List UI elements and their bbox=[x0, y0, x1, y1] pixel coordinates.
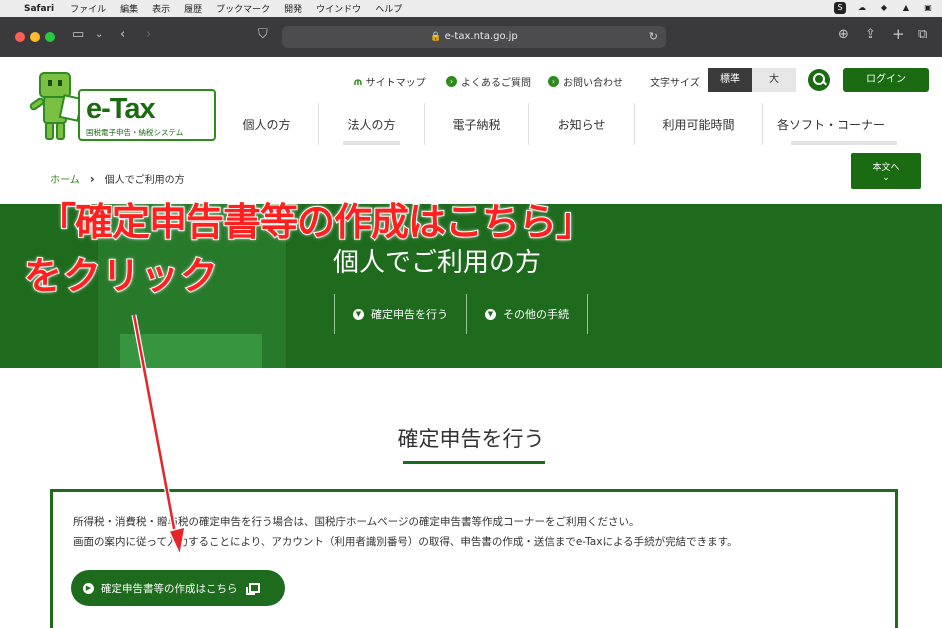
hero-title: 個人でご利用の方 bbox=[333, 248, 542, 278]
contact-link[interactable]: › お問い合わせ bbox=[548, 74, 623, 89]
chevron-right-icon: › bbox=[89, 171, 95, 186]
nav-item-label: 各ソフト・コーナー bbox=[776, 117, 885, 132]
tray-window-icon[interactable]: ▣ bbox=[922, 2, 934, 14]
logo-subtitle: 国税電子申告・納税システム bbox=[86, 128, 184, 137]
new-tab-icon[interactable]: + bbox=[892, 25, 905, 43]
menubar-item-view[interactable]: 表示 bbox=[152, 2, 170, 15]
sidebar-toggle-icon[interactable]: ▭ bbox=[72, 27, 84, 42]
sidebar-menu-chevron-icon[interactable]: ⌄ bbox=[95, 29, 103, 40]
nav-item-hours[interactable]: 利用可能時間 bbox=[635, 103, 763, 145]
lock-icon: 🔒 bbox=[430, 32, 442, 42]
menubar-item-help[interactable]: ヘルプ bbox=[375, 2, 402, 15]
web-page: e-Tax 国税電子申告・納税システム ⫙ サイトマップ › よくあるご質問 ›… bbox=[0, 57, 942, 628]
tray-s-icon[interactable]: S bbox=[834, 2, 846, 14]
menubar-item-edit[interactable]: 編集 bbox=[120, 2, 138, 15]
nav-item-label: お知らせ bbox=[557, 117, 606, 132]
logo-brand: e-Tax bbox=[86, 93, 156, 125]
sitemap-label: サイトマップ bbox=[365, 78, 426, 89]
nav-item-e-payment[interactable]: 電子納税 bbox=[425, 103, 529, 145]
main-nav: 個人の方 法人の方 電子納税 お知らせ 利用可能時間 各ソフト・コーナー bbox=[215, 103, 899, 145]
chevron-down-icon: ▼ bbox=[353, 308, 364, 320]
downloads-icon[interactable]: ⊕ bbox=[838, 27, 849, 42]
faq-link[interactable]: › よくあるご質問 bbox=[446, 74, 531, 89]
menubar-item-bookmarks[interactable]: ブックマーク bbox=[216, 2, 270, 15]
callout-text: をクリック bbox=[23, 253, 220, 299]
hero-tab-label: 確定申告を行う bbox=[371, 308, 448, 321]
chevron-right-icon: › bbox=[446, 76, 457, 87]
tray-cloud-icon[interactable]: ☁ bbox=[856, 2, 868, 14]
menubar-item-window[interactable]: ウインドウ bbox=[316, 2, 361, 15]
chevron-down-icon: ⌄ bbox=[882, 173, 890, 183]
nav-item-software[interactable]: 各ソフト・コーナー bbox=[763, 103, 899, 145]
nav-item-news[interactable]: お知らせ bbox=[529, 103, 635, 145]
macos-menubar: Safari ファイル 編集 表示 履歴 ブックマーク 開発 ウインドウ ヘルプ… bbox=[0, 0, 942, 17]
section-box: 所得税・消費税・贈与税の確定申告を行う場合は、国税庁ホームページの確定申告書等作… bbox=[50, 489, 898, 628]
font-size-large-button[interactable]: 大 bbox=[752, 68, 796, 92]
zoom-window-button[interactable] bbox=[45, 32, 55, 42]
chevron-right-icon: ▶ bbox=[83, 582, 94, 594]
nav-item-corporate[interactable]: 法人の方 bbox=[319, 103, 425, 145]
skip-to-content-button[interactable]: 本文へ ⌄ bbox=[851, 153, 921, 189]
nav-item-label: 電子納税 bbox=[452, 117, 501, 132]
chevron-down-icon: ▼ bbox=[485, 308, 496, 320]
sitemap-icon: ⫙ bbox=[354, 74, 362, 88]
faq-label: よくあるご質問 bbox=[461, 78, 531, 89]
back-icon[interactable]: ‹ bbox=[120, 27, 125, 42]
menubar-item-develop[interactable]: 開発 bbox=[284, 2, 302, 15]
menubar-app-name[interactable]: Safari bbox=[24, 4, 54, 14]
safari-toolbar: ▭ ⌄ ‹ › ⛉ 🔒 e-tax.nta.go.jp ↻ ⊕ ⇪ + ⧉ bbox=[0, 17, 942, 57]
nav-item-label: 法人の方 bbox=[347, 117, 396, 132]
external-link-icon bbox=[245, 583, 260, 595]
font-size-standard-button[interactable]: 標準 bbox=[708, 68, 752, 92]
minimize-window-button[interactable] bbox=[30, 32, 40, 42]
hero-tab-label: その他の手続 bbox=[503, 308, 569, 321]
nav-underline bbox=[343, 141, 400, 145]
hero-tab-filing[interactable]: ▼ 確定申告を行う bbox=[335, 294, 467, 334]
create-return-button[interactable]: ▶ 確定申告書等の作成はこちら bbox=[71, 570, 285, 606]
hero-tabs: ▼ 確定申告を行う ▼ その他の手続 bbox=[334, 294, 588, 334]
menubar-item-file[interactable]: ファイル bbox=[70, 2, 106, 15]
breadcrumb: ホーム › 個人でご利用の方 bbox=[50, 171, 185, 187]
close-window-button[interactable] bbox=[15, 32, 25, 42]
breadcrumb-home-link[interactable]: ホーム bbox=[50, 171, 80, 186]
menubar-tray: S ☁ ◆ ▲ ▣ bbox=[834, 2, 934, 14]
privacy-shield-icon[interactable]: ⛉ bbox=[258, 27, 268, 42]
address-bar[interactable]: 🔒 e-tax.nta.go.jp ↻ bbox=[282, 26, 666, 48]
forward-icon[interactable]: › bbox=[146, 27, 151, 42]
breadcrumb-current: 個人でご利用の方 bbox=[104, 175, 185, 186]
create-return-label: 確定申告書等の作成はこちら bbox=[101, 582, 238, 595]
section-description: 画面の案内に従って入力することにより、アカウント（利用者識別番号）の取得、申告書… bbox=[73, 536, 738, 548]
url-text: e-tax.nta.go.jp bbox=[444, 31, 518, 42]
share-icon[interactable]: ⇪ bbox=[865, 27, 876, 42]
tray-drive-icon[interactable]: ▲ bbox=[900, 2, 912, 14]
nav-item-label: 個人の方 bbox=[242, 117, 291, 132]
reload-icon[interactable]: ↻ bbox=[649, 26, 658, 48]
nav-item-label: 利用可能時間 bbox=[662, 117, 735, 132]
font-size-label: 文字サイズ bbox=[650, 78, 700, 89]
nav-item-individual[interactable]: 個人の方 bbox=[215, 103, 319, 145]
callout-text: 「確定申告書等の作成はこちら」 bbox=[37, 199, 595, 245]
sitemap-link[interactable]: ⫙ サイトマップ bbox=[354, 74, 426, 90]
section-title-underline bbox=[403, 461, 545, 464]
search-button[interactable] bbox=[808, 69, 830, 91]
nav-underline bbox=[791, 141, 897, 145]
section-title: 確定申告を行う bbox=[397, 427, 545, 451]
skip-to-content-label: 本文へ bbox=[872, 163, 900, 173]
logo-wordmark-box: e-Tax 国税電子申告・納税システム bbox=[78, 89, 216, 141]
utility-nav: ⫙ サイトマップ › よくあるご質問 › お問い合わせ 文字サイズ bbox=[0, 71, 942, 91]
contact-label: お問い合わせ bbox=[563, 78, 623, 89]
hero-tab-other[interactable]: ▼ その他の手続 bbox=[467, 294, 588, 334]
tray-dropbox-icon[interactable]: ◆ bbox=[878, 2, 890, 14]
tab-overview-icon[interactable]: ⧉ bbox=[918, 27, 927, 42]
menubar-item-history[interactable]: 履歴 bbox=[184, 2, 202, 15]
login-button[interactable]: ログイン bbox=[843, 68, 929, 92]
section-description: 所得税・消費税・贈与税の確定申告を行う場合は、国税庁ホームページの確定申告書等作… bbox=[73, 516, 640, 528]
hero-decoration bbox=[120, 334, 262, 368]
chevron-right-icon: › bbox=[548, 76, 559, 87]
